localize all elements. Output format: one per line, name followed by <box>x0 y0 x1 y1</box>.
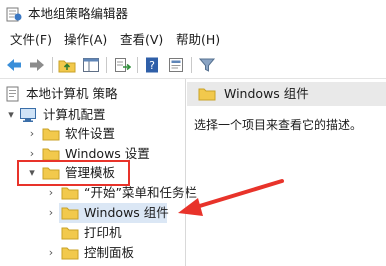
tree-item-computer-configuration[interactable]: ▾ 计算机配置 <box>0 105 185 125</box>
properties-icon[interactable] <box>167 56 185 74</box>
export-list-icon[interactable] <box>113 56 132 74</box>
details-description: 选择一个项目来查看它的描述。 <box>194 118 363 132</box>
menu-action[interactable]: 操作(A) <box>62 32 109 48</box>
pane-splitter[interactable] <box>185 79 186 266</box>
forward-arrow-icon[interactable] <box>28 56 46 74</box>
expand-down-icon[interactable]: ▾ <box>5 108 17 122</box>
title-bar: 本地组策略编辑器 <box>0 0 386 28</box>
tree-item-label: 计算机配置 <box>43 107 106 122</box>
back-arrow-icon[interactable] <box>5 56 23 74</box>
tree-item-label: Windows 组件 <box>84 205 169 220</box>
menu-file[interactable]: 文件(F) <box>8 32 54 48</box>
window-title: 本地组策略编辑器 <box>28 6 129 21</box>
up-folder-icon[interactable] <box>58 56 76 74</box>
tree-item-software-settings[interactable]: › 软件设置 <box>0 124 185 144</box>
tree-item-label: 打印机 <box>84 225 122 240</box>
menu-help[interactable]: 帮助(H) <box>174 32 222 48</box>
expand-right-icon[interactable]: › <box>26 127 38 141</box>
expand-right-icon[interactable]: › <box>26 147 38 161</box>
expand-right-icon[interactable]: › <box>45 206 57 220</box>
svg-text:?: ? <box>149 59 155 72</box>
folder-icon <box>61 245 79 261</box>
folder-icon <box>198 86 216 102</box>
tree-item-label: “开始”菜单和任务栏 <box>84 185 197 200</box>
tree-item-local-computer-policy[interactable]: 本地计算机 策略 <box>0 84 185 104</box>
toolbar-separator <box>191 57 192 73</box>
toolbar-separator <box>137 57 138 73</box>
tree-item-label: 控制面板 <box>84 245 135 260</box>
help-icon[interactable]: ? <box>144 56 162 74</box>
folder-icon <box>61 205 79 221</box>
details-header: Windows 组件 <box>187 82 386 106</box>
toolbar-separator <box>52 57 53 73</box>
tree-item-control-panel[interactable]: › 控制面板 <box>0 243 185 263</box>
computer-icon <box>19 107 37 123</box>
tree-item-printers[interactable]: 打印机 <box>0 223 185 243</box>
annotation-highlight-box <box>17 160 130 186</box>
expand-right-icon[interactable]: › <box>45 186 57 200</box>
computer-policy-icon <box>5 86 23 102</box>
expand-right-icon[interactable]: › <box>45 246 57 260</box>
details-header-title: Windows 组件 <box>224 86 309 101</box>
tree-item-label: 软件设置 <box>65 126 116 141</box>
folder-icon <box>61 225 79 241</box>
policy-editor-icon <box>6 6 22 22</box>
menu-view[interactable]: 查看(V) <box>118 32 165 48</box>
toolbar: ? <box>0 52 386 79</box>
tree-item-start-menu-taskbar[interactable]: › “开始”菜单和任务栏 <box>0 183 197 203</box>
toolbar-separator <box>106 57 107 73</box>
menu-bar: 文件(F) 操作(A) 查看(V) 帮助(H) <box>0 30 386 50</box>
tree-item-windows-components[interactable]: › Windows 组件 <box>0 203 185 223</box>
folder-icon <box>61 185 79 201</box>
show-hide-tree-icon[interactable] <box>82 56 100 74</box>
tree-item-label: 本地计算机 策略 <box>26 86 118 101</box>
folder-icon <box>42 126 60 142</box>
filter-icon[interactable] <box>198 56 216 74</box>
